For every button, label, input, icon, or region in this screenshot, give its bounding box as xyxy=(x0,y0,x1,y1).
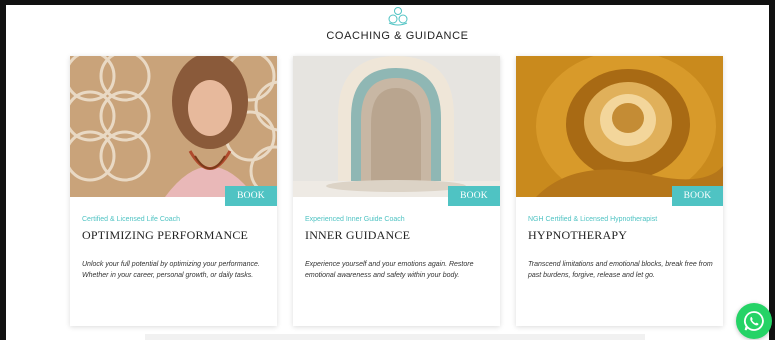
frame-right-border xyxy=(769,0,775,340)
card-image-archway xyxy=(293,56,500,197)
card-inner-guidance: BOOK NOW Experienced Inner Guide Coach I… xyxy=(293,56,500,326)
card-subtitle: Experienced Inner Guide Coach xyxy=(305,216,405,223)
card-hypnotherapy: BOOK NOW NGH Certified & Licensed Hypnot… xyxy=(516,56,723,326)
card-description: Unlock your full potential by optimizing… xyxy=(82,261,260,279)
next-section-preview xyxy=(145,334,645,340)
book-now-button-inner-guidance[interactable]: BOOK NOW xyxy=(448,186,500,221)
book-now-button-optimizing-performance[interactable]: BOOK NOW xyxy=(225,186,277,221)
card-title: OPTIMIZING PERFORMANCE xyxy=(82,228,249,242)
card-subtitle: NGH Certified & Licensed Hypnotherapist xyxy=(528,216,658,223)
card-title: HYPNOTHERAPY xyxy=(528,228,628,242)
lotus-logo-icon xyxy=(388,7,408,26)
frame-top-border xyxy=(0,0,775,5)
card-description: Transcend limitations and emotional bloc… xyxy=(528,261,713,279)
frame-left-border xyxy=(0,0,6,340)
card-image-spiral xyxy=(516,56,723,197)
book-now-button-hypnotherapy[interactable]: BOOK NOW xyxy=(672,186,723,221)
card-image-coach-portrait xyxy=(70,56,277,197)
whatsapp-chat-button[interactable] xyxy=(736,303,772,339)
section-title: COACHING & GUIDANCE xyxy=(326,30,469,42)
card-title: INNER GUIDANCE xyxy=(305,228,411,242)
card-optimizing-performance: BOOK NOW Certified & Licensed Life Coach… xyxy=(70,56,277,326)
card-subtitle: Certified & Licensed Life Coach xyxy=(82,216,181,223)
card-description: Experience yourself and your emotions ag… xyxy=(305,261,474,279)
whatsapp-icon xyxy=(744,311,764,331)
